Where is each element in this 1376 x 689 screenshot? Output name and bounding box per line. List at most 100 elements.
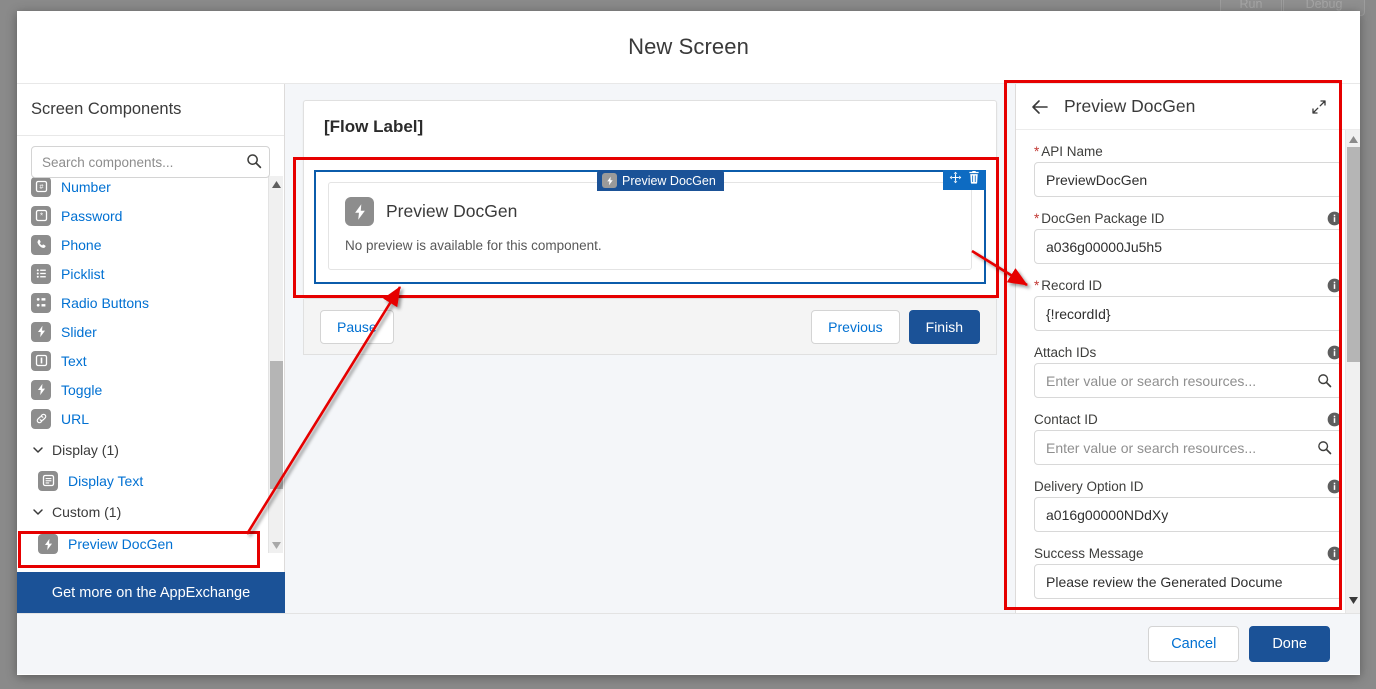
component-item-password[interactable]: * Password [31, 201, 284, 230]
previous-button[interactable]: Previous [811, 309, 900, 344]
properties-title: Preview DocGen [1064, 96, 1196, 116]
docgen-package-id-input[interactable] [1034, 229, 1342, 264]
move-icon[interactable] [949, 171, 962, 189]
page-title: New Screen [628, 34, 749, 59]
component-label: Slider [61, 323, 97, 340]
field-input-wrap [1034, 497, 1342, 532]
modal-footer: Cancel Done [17, 613, 1360, 674]
properties-scrollbar-thumb[interactable] [1347, 147, 1360, 362]
delete-icon[interactable] [968, 171, 980, 189]
required-marker: * [1034, 210, 1040, 226]
pause-button[interactable]: Pause [320, 309, 394, 344]
field-docgen-package-id: * DocGen Package ID [1034, 207, 1342, 264]
properties-scrollbar[interactable] [1345, 130, 1360, 613]
sidebar-scrollbar[interactable] [268, 176, 283, 553]
api-name-input[interactable] [1034, 162, 1342, 197]
search-icon[interactable] [1317, 373, 1332, 388]
info-icon[interactable] [1327, 412, 1342, 427]
appexchange-link[interactable]: Get more on the AppExchange [17, 572, 285, 613]
scroll-down-icon[interactable] [1349, 591, 1358, 609]
component-tab-badge[interactable]: Preview DocGen [597, 170, 724, 191]
component-item-preview-docgen[interactable]: Preview DocGen [38, 528, 284, 560]
scroll-down-icon[interactable] [269, 537, 284, 553]
field-record-id: * Record ID [1034, 274, 1342, 331]
delivery-option-id-input[interactable] [1034, 497, 1342, 532]
component-item-picklist[interactable]: Picklist [31, 259, 284, 288]
field-delivery-option-id: Delivery Option ID [1034, 475, 1342, 532]
group-header-custom[interactable]: Custom (1) [31, 495, 284, 528]
properties-header: Preview DocGen [1016, 84, 1360, 130]
component-preview-box: Preview DocGen No preview is available f… [328, 182, 972, 270]
component-item-phone[interactable]: Phone [31, 230, 284, 259]
success-message-input[interactable] [1034, 564, 1342, 599]
lightning-icon [345, 197, 374, 226]
field-label-row: Attach IDs [1034, 341, 1342, 363]
group-label: Custom (1) [52, 503, 122, 520]
field-label: Success Message [1034, 545, 1144, 561]
field-input-wrap [1034, 363, 1342, 398]
modal-header: New Screen [17, 11, 1360, 84]
field-label: Attach IDs [1034, 344, 1097, 360]
component-label: Picklist [61, 265, 105, 282]
field-input-wrap [1034, 564, 1342, 599]
text-icon [31, 350, 51, 371]
component-item-toggle[interactable]: Toggle [31, 375, 284, 404]
svg-text:#: # [39, 184, 43, 191]
field-label-row: * Record ID [1034, 274, 1342, 296]
info-icon[interactable] [1327, 278, 1342, 293]
info-icon[interactable] [1327, 479, 1342, 494]
info-icon[interactable] [1327, 345, 1342, 360]
component-toolbar [943, 170, 986, 190]
properties-panel: Preview DocGen * API Name PreviewDocGen … [1015, 84, 1360, 613]
component-item-display-text[interactable]: Display Text [38, 466, 284, 495]
component-label: Radio Buttons [61, 294, 149, 311]
number-icon: # [31, 176, 51, 197]
screenshot-root: Run Debug New Screen Screen Components S… [0, 0, 1376, 689]
display-text-icon [38, 470, 58, 491]
component-list: # Number * Password Phone Picklist Radio… [17, 176, 284, 572]
done-button[interactable]: Done [1249, 626, 1330, 662]
appexchange-label: Get more on the AppExchange [51, 584, 251, 601]
expand-icon[interactable] [1312, 99, 1326, 114]
url-icon [31, 408, 51, 429]
component-tab-label: Preview DocGen [622, 173, 716, 188]
field-input-wrap [1034, 430, 1342, 465]
finish-button[interactable]: Finish [908, 309, 980, 344]
footer-right-buttons: Previous Finish [811, 309, 980, 344]
back-arrow-icon[interactable] [1030, 97, 1050, 117]
field-attach-ids: Attach IDs [1034, 341, 1342, 398]
field-label-row: Success Message [1034, 542, 1342, 564]
field-label-row: Delivery Option ID [1034, 475, 1342, 497]
required-marker: * [1034, 143, 1040, 159]
record-id-input[interactable] [1034, 296, 1342, 331]
field-api-name: * API Name [1034, 140, 1342, 197]
svg-text:*: * [39, 211, 42, 220]
component-preview-header: Preview DocGen [345, 197, 955, 226]
lightning-icon [38, 534, 58, 554]
component-label: Phone [61, 236, 102, 253]
component-label: Text [61, 352, 87, 369]
search-icon[interactable] [1317, 440, 1332, 455]
component-item-radio-buttons[interactable]: Radio Buttons [31, 288, 284, 317]
field-label-row: * DocGen Package ID [1034, 207, 1342, 229]
attach-ids-input[interactable] [1034, 363, 1342, 398]
scroll-up-icon[interactable] [1349, 130, 1358, 148]
info-icon[interactable] [1327, 211, 1342, 226]
lightning-icon [602, 173, 617, 188]
chevron-down-icon [33, 446, 43, 453]
scroll-up-icon[interactable] [269, 176, 284, 192]
info-icon[interactable] [1327, 546, 1342, 561]
component-label: Toggle [61, 381, 103, 398]
contact-id-input[interactable] [1034, 430, 1342, 465]
component-item-url[interactable]: URL [31, 404, 284, 433]
sidebar-scrollbar-thumb[interactable] [270, 361, 283, 489]
component-item-text[interactable]: Text [31, 346, 284, 375]
component-item-number[interactable]: # Number [31, 176, 284, 201]
search-input[interactable] [31, 146, 270, 178]
field-contact-id: Contact ID [1034, 408, 1342, 465]
field-input-wrap [1034, 162, 1342, 197]
component-item-slider[interactable]: Slider [31, 317, 284, 346]
cancel-button[interactable]: Cancel [1148, 626, 1240, 662]
screen-canvas: [Flow Label] Preview DocGen Preview DocG… [285, 84, 1015, 613]
group-header-display[interactable]: Display (1) [31, 433, 284, 466]
